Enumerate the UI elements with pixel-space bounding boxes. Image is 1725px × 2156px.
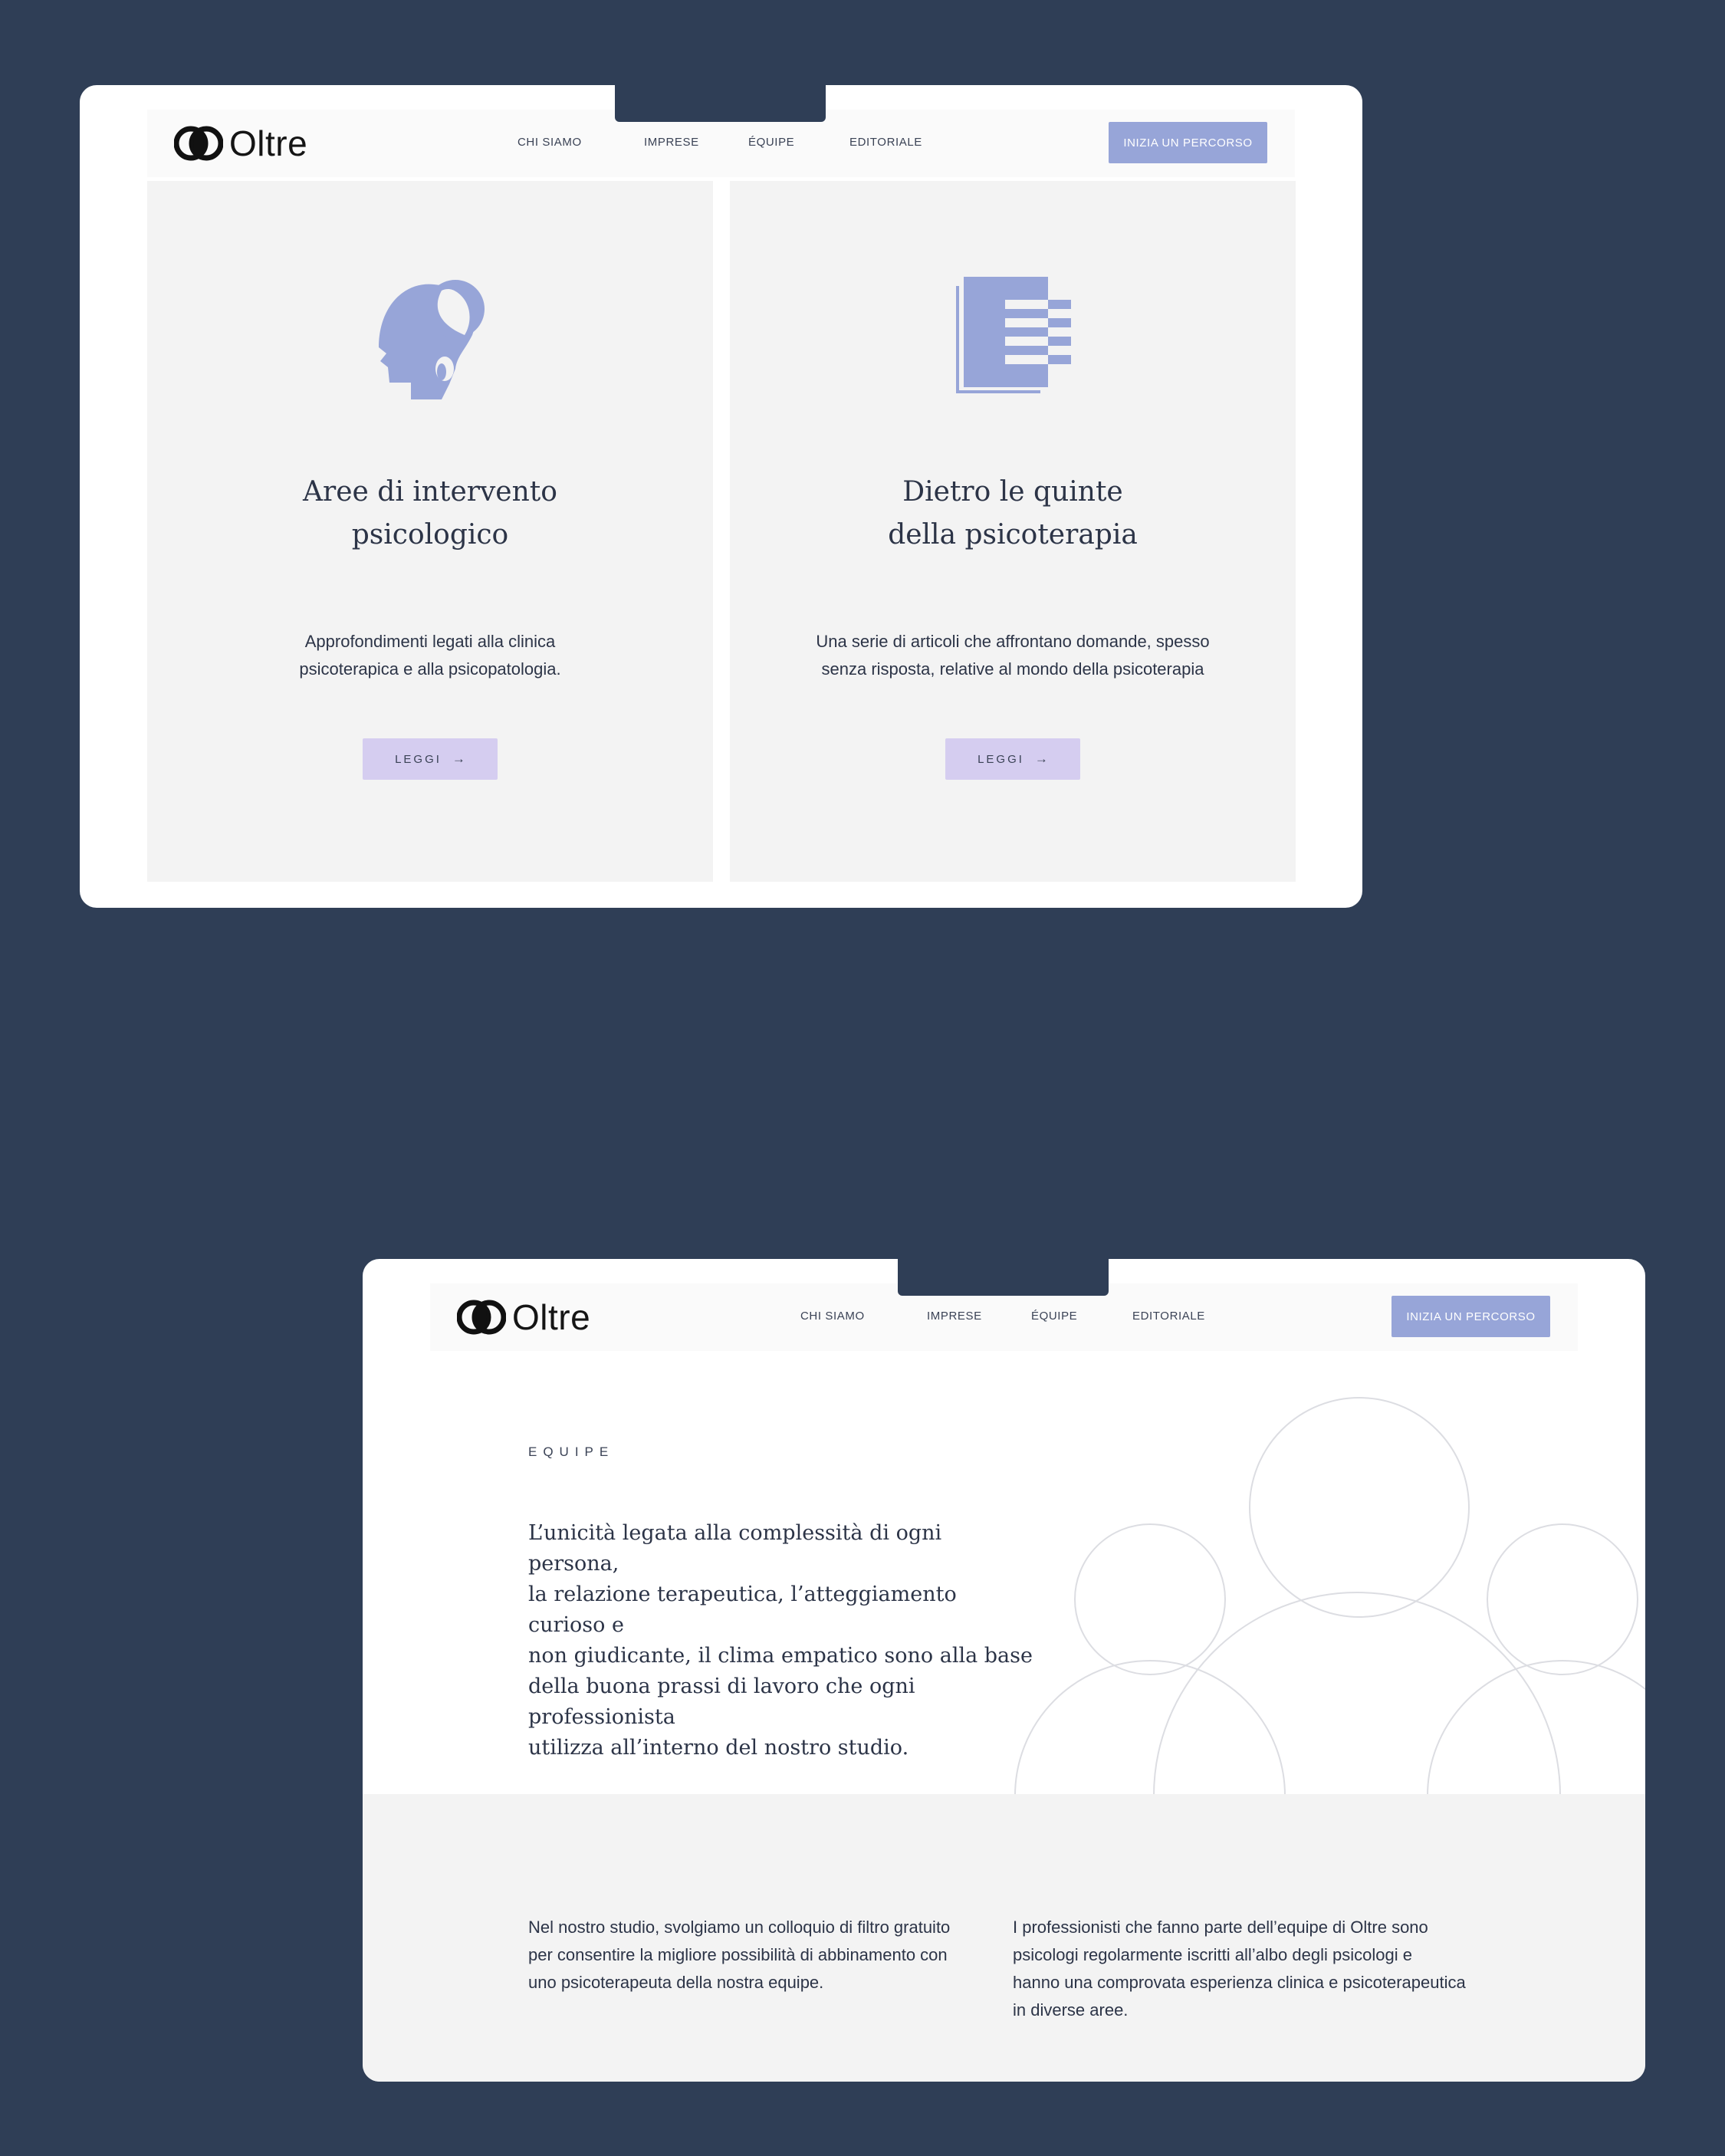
start-journey-button[interactable]: INIZIA UN PERCORSO bbox=[1109, 122, 1267, 163]
brand-logo[interactable]: Oltre bbox=[457, 1297, 591, 1337]
document-stack-icon bbox=[956, 277, 1071, 393]
nav-imprese[interactable]: IMPRESE bbox=[927, 1310, 982, 1323]
nav-chi-siamo[interactable]: CHI SIAMO bbox=[800, 1310, 865, 1323]
nav-editoriale[interactable]: EDITORIALE bbox=[849, 136, 922, 149]
read-button[interactable]: LEGGI → bbox=[363, 738, 498, 780]
arrow-right-icon: → bbox=[452, 751, 465, 766]
oltre-logo-icon bbox=[457, 1300, 506, 1335]
nav-chi-siamo[interactable]: CHI SIAMO bbox=[518, 136, 582, 149]
brand-name: Oltre bbox=[229, 123, 308, 163]
nav-equipe[interactable]: ÉQUIPE bbox=[1031, 1310, 1077, 1323]
read-button-label: LEGGI bbox=[395, 752, 442, 766]
card-description: Una serie di articoli che affrontano dom… bbox=[816, 632, 1210, 679]
editorial-card-psychology[interactable]: Aree di intervento psicologico Approfond… bbox=[147, 181, 713, 882]
read-button[interactable]: LEGGI → bbox=[945, 738, 1080, 780]
nav-equipe[interactable]: ÉQUIPE bbox=[748, 136, 794, 149]
read-button-label: LEGGI bbox=[978, 752, 1024, 766]
card-title: Aree di intervento psicologico bbox=[303, 476, 557, 551]
card-title: Dietro le quinte della psicoterapia bbox=[888, 476, 1138, 551]
info-column-right: I professionisti che fanno parte dell’eq… bbox=[1013, 1918, 1466, 2020]
nav-imprese[interactable]: IMPRESE bbox=[644, 136, 699, 149]
browser-notch bbox=[898, 1259, 1109, 1296]
editorial-card-screen: Oltre CHI SIAMO IMPRESE ÉQUIPE EDITORIAL… bbox=[80, 85, 1362, 908]
browser-notch bbox=[615, 85, 826, 122]
head-thought-icon bbox=[379, 280, 485, 399]
arrow-right-icon: → bbox=[1034, 751, 1048, 766]
equipe-card-screen: Oltre CHI SIAMO IMPRESE ÉQUIPE EDITORIAL… bbox=[363, 1259, 1645, 2082]
nav-editoriale[interactable]: EDITORIALE bbox=[1132, 1310, 1205, 1323]
start-journey-button[interactable]: INIZIA UN PERCORSO bbox=[1392, 1296, 1550, 1337]
oltre-logo-icon bbox=[174, 126, 223, 161]
info-column-left: Nel nostro studio, svolgiamo un colloqui… bbox=[528, 1918, 951, 1992]
card-description: Approfondimenti legati alla clinica psic… bbox=[299, 632, 561, 679]
brand-logo[interactable]: Oltre bbox=[174, 123, 308, 163]
editorial-card-behind-scenes[interactable]: Dietro le quinte della psicoterapia Una … bbox=[730, 181, 1296, 882]
brand-name: Oltre bbox=[512, 1297, 591, 1337]
